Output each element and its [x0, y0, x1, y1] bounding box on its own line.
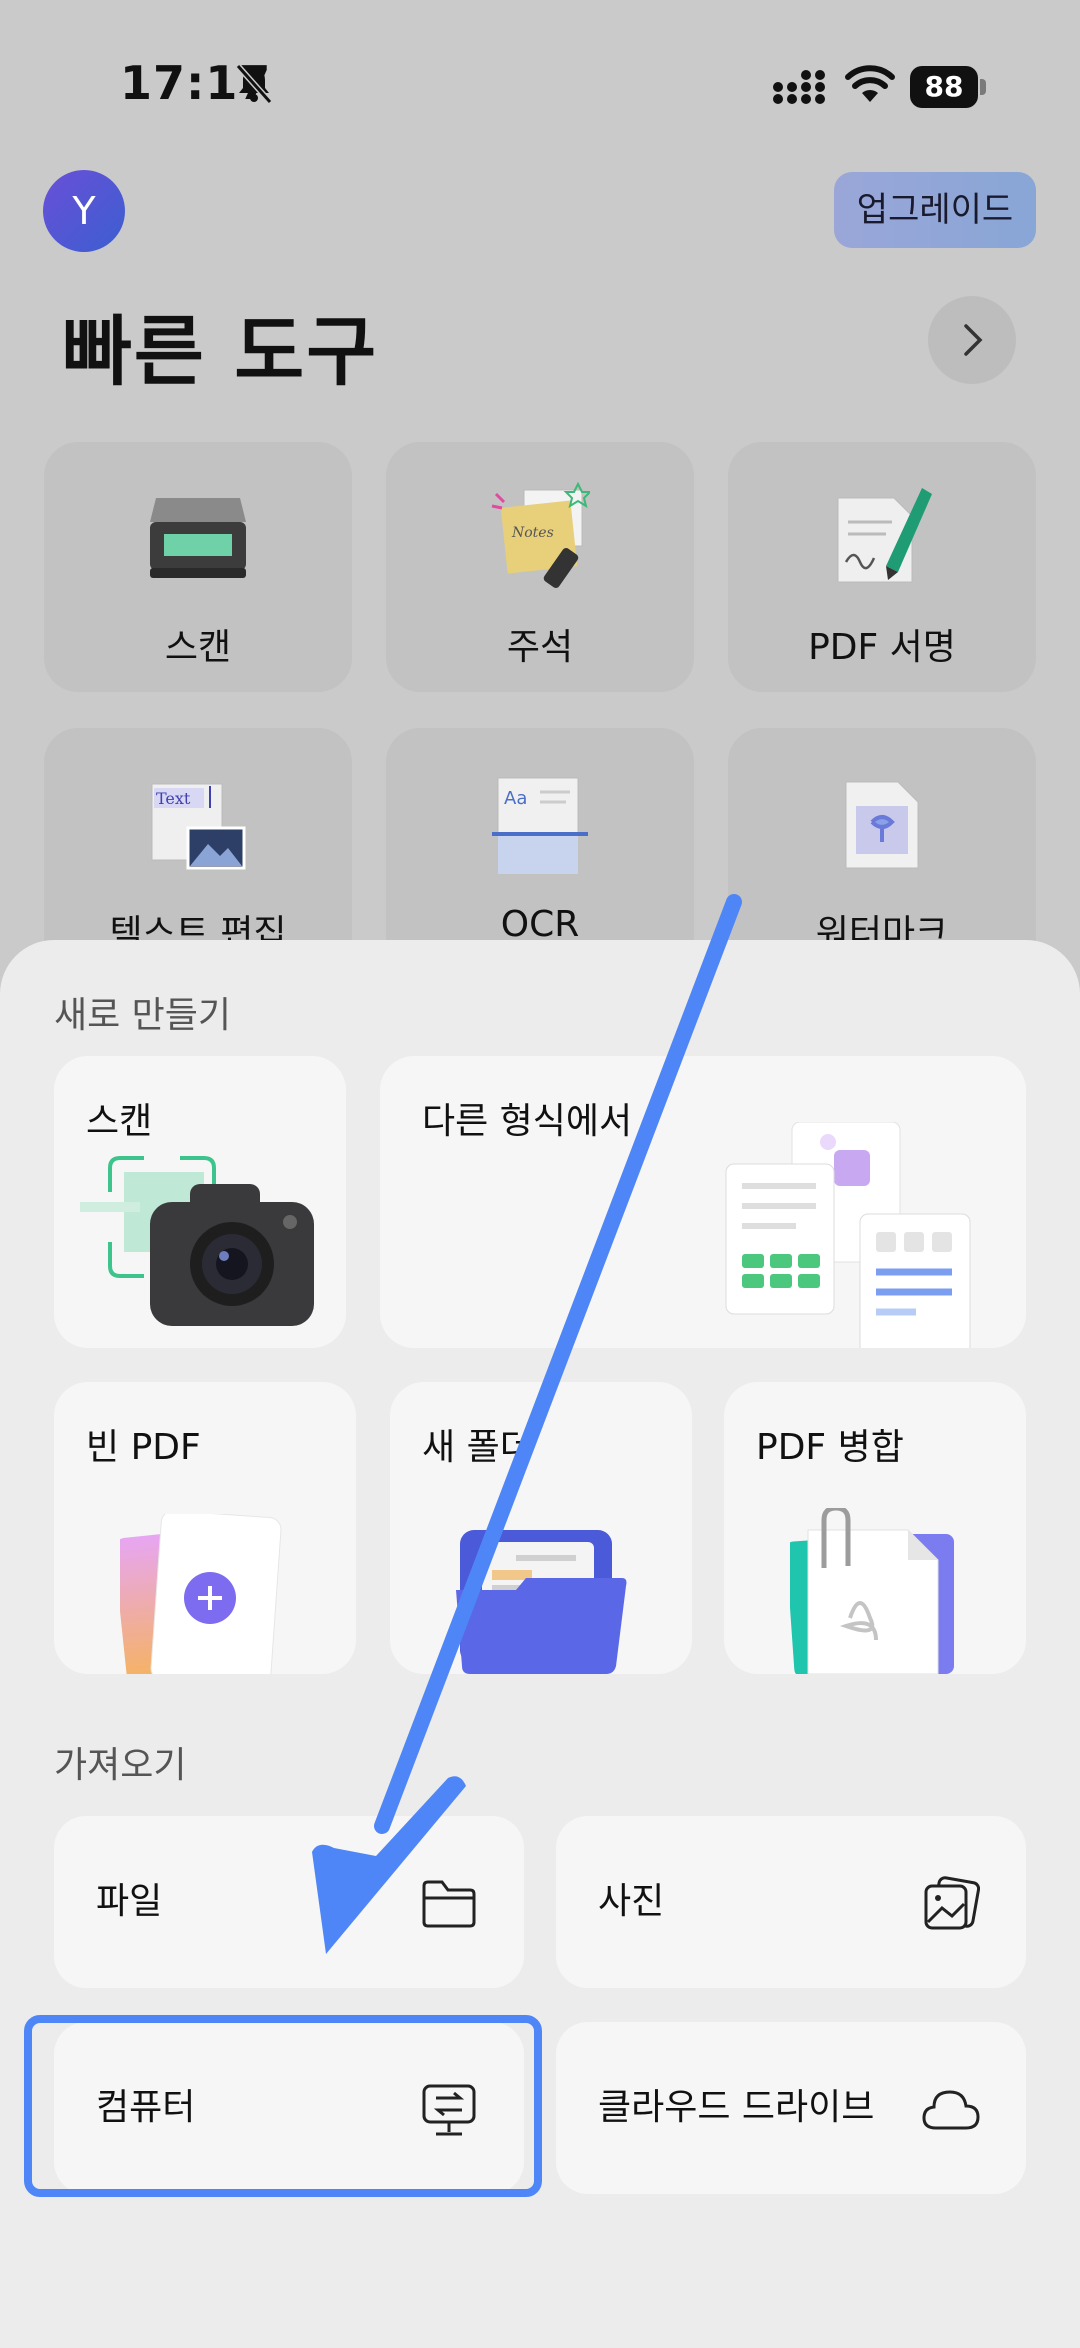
- card-label: 다른 형식에서: [422, 1101, 633, 1142]
- new-section-title: 새로 만들기: [54, 995, 232, 1036]
- card-label: 빈 PDF: [86, 1427, 201, 1468]
- ocr-icon: Aa: [492, 777, 588, 874]
- battery-indicator: 88: [910, 66, 986, 108]
- cellular-signal-icon: [773, 70, 825, 104]
- page-title: 빠른 도구: [62, 307, 379, 396]
- more-tools-button[interactable]: [928, 296, 1016, 384]
- tool-label: 스캔: [164, 627, 232, 668]
- avatar[interactable]: Y: [43, 170, 125, 252]
- merge-pdf-icon: [790, 1508, 954, 1674]
- notes-annotation-icon: Notes: [491, 482, 590, 588]
- import-file-button[interactable]: 파일: [54, 1816, 524, 1988]
- tool-label: OCR: [500, 904, 580, 945]
- text-badge: Text: [156, 789, 191, 808]
- text-badge: Aa: [504, 788, 527, 809]
- svg-text:Notes: Notes: [511, 525, 554, 541]
- camera-icon: [80, 1156, 314, 1326]
- cloud-icon: [922, 2090, 980, 2130]
- text-edit-icon: Text: [151, 783, 246, 870]
- blank-pdf-card[interactable]: 빈 PDF: [54, 1382, 356, 1674]
- pdf-sign-icon: [837, 488, 932, 583]
- blank-pdf-icon: [120, 1514, 282, 1674]
- folder-icon: [422, 1880, 476, 1928]
- tool-label: PDF 서명: [808, 627, 956, 668]
- row-label: 클라우드 드라이브: [598, 2087, 875, 2128]
- status-bar: 17:17 88: [0, 0, 1080, 170]
- watermark-icon: [845, 781, 919, 869]
- scanner-icon: [150, 498, 246, 578]
- import-cloud-drive-button[interactable]: 클라우드 드라이브: [556, 2022, 1026, 2194]
- tool-annotate[interactable]: Notes 주석: [386, 442, 694, 692]
- merge-pdf-card[interactable]: PDF 병합: [724, 1382, 1026, 1674]
- upgrade-button[interactable]: 업그레이드: [834, 172, 1036, 248]
- row-label: 파일: [96, 1881, 163, 1922]
- battery-level: 88: [910, 66, 978, 108]
- card-label: 스캔: [86, 1101, 153, 1142]
- highlight-box: [24, 2015, 542, 2197]
- silent-bell-icon: [235, 64, 273, 104]
- import-photos-button[interactable]: 사진: [556, 1816, 1026, 1988]
- from-other-format-card[interactable]: 다른 형식에서: [380, 1056, 1026, 1348]
- new-scan-card[interactable]: 스캔: [54, 1056, 346, 1348]
- new-folder-icon: [456, 1530, 627, 1674]
- import-section-title: 가져오기: [54, 1745, 187, 1786]
- photos-icon: [924, 1876, 980, 1930]
- tool-pdf-sign[interactable]: PDF 서명: [728, 442, 1036, 692]
- chevron-right-icon: [964, 324, 983, 356]
- tool-scan[interactable]: 스캔: [44, 442, 352, 692]
- card-label: PDF 병합: [756, 1427, 904, 1468]
- new-folder-card[interactable]: 새 폴더: [390, 1382, 692, 1674]
- row-label: 사진: [598, 1881, 665, 1922]
- documents-illustration-icon: [725, 1122, 971, 1348]
- wifi-icon: [845, 65, 895, 102]
- card-label: 새 폴더: [422, 1427, 533, 1468]
- tool-label: 주석: [506, 627, 574, 668]
